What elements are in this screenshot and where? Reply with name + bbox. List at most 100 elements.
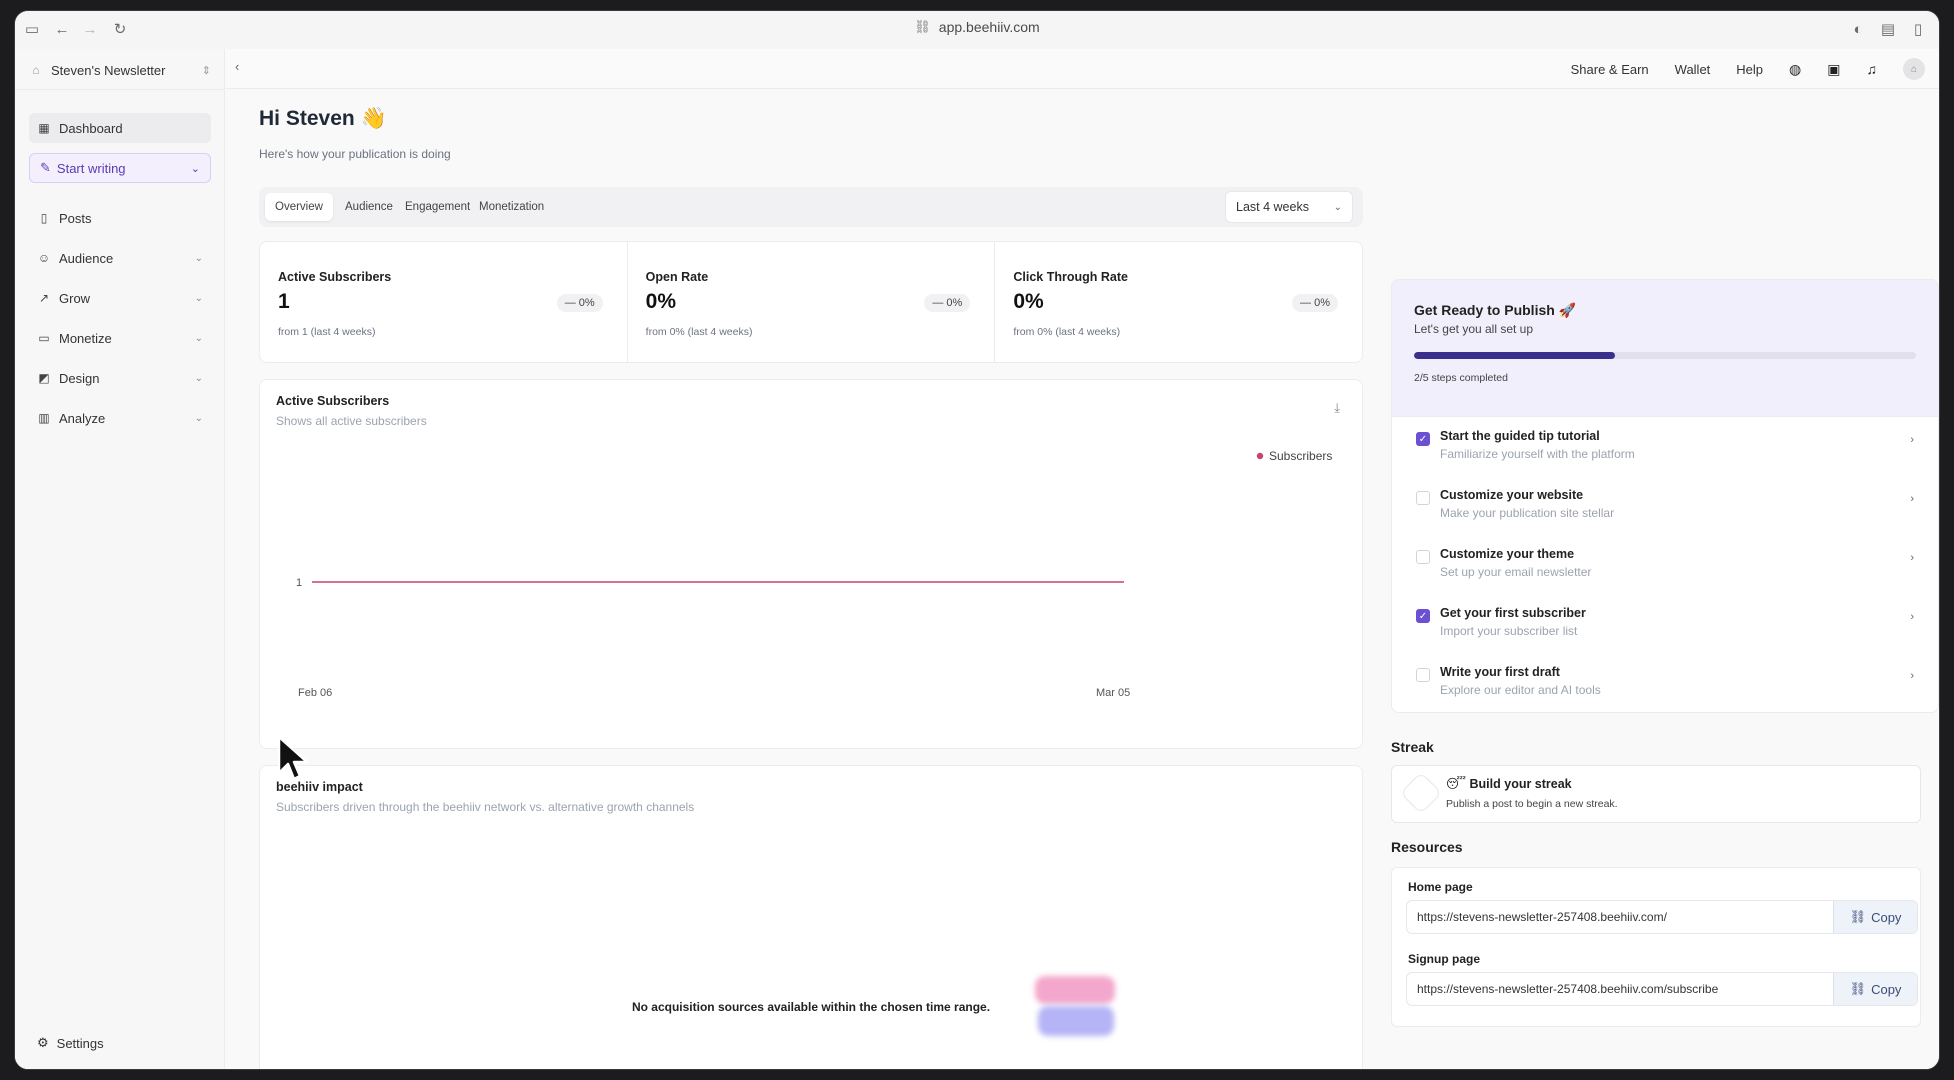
sidebar: ⌂ Steven's Newsletter ⇕ ▦ Dashboard ✎ St… (15, 49, 225, 1069)
tab-overview[interactable]: Overview (265, 193, 333, 221)
signup-page-url[interactable]: https://stevens-newsletter-257408.beehii… (1407, 973, 1833, 1005)
link-icon: ⛓ (1849, 981, 1867, 996)
collapse-sidebar-icon[interactable]: ‹ (235, 59, 239, 74)
publication-switcher[interactable]: ⌂ Steven's Newsletter ⇕ (29, 57, 211, 83)
streak-title: 😴 Build your streak (1446, 777, 1572, 791)
users-icon: ☺ (37, 251, 51, 265)
wallet-link[interactable]: Wallet (1675, 62, 1711, 77)
sidebar-item-grow[interactable]: ↗ Grow ⌄ (29, 283, 211, 313)
resources-heading: Resources (1391, 839, 1463, 855)
metric-open-rate: Open Rate 0% — 0% from 0% (last 4 weeks) (628, 242, 996, 362)
signup-page-field: https://stevens-newsletter-257408.beehii… (1406, 972, 1918, 1006)
step-item[interactable]: Customize your website Make your publica… (1392, 476, 1938, 535)
step-checkbox[interactable] (1416, 491, 1430, 505)
app: ⌂ Steven's Newsletter ⇕ ▦ Dashboard ✎ St… (15, 49, 1939, 1069)
chevron-down-icon[interactable]: ⌄ (191, 162, 200, 175)
address-bar[interactable]: ⛓ app.beehiiv.com (914, 19, 1039, 35)
step-checkbox[interactable]: ✓ (1416, 432, 1430, 446)
reload-icon[interactable]: ↻ (111, 20, 129, 38)
calendar-icon[interactable]: ▣ (1827, 61, 1840, 78)
home-page-label: Home page (1408, 880, 1473, 894)
page-title: Hi Steven 👋 (259, 107, 387, 130)
sidebar-item-label: Grow (59, 290, 91, 306)
legend-label: Subscribers (1269, 449, 1332, 463)
step-checkbox[interactable] (1416, 550, 1430, 564)
step-item[interactable]: ✓ Get your first subscriber Import your … (1392, 594, 1938, 653)
tab-engagement[interactable]: Engagement (395, 193, 480, 221)
step-subtitle: Import your subscriber list (1440, 624, 1578, 638)
step-subtitle: Explore our editor and AI tools (1440, 683, 1601, 697)
metric-delta-badge: — 0% (556, 294, 603, 312)
sidebar-item-posts[interactable]: ▯ Posts (29, 203, 211, 233)
chevron-down-icon: ⌄ (1333, 201, 1342, 213)
copy-home-url-button[interactable]: ⛓ Copy (1833, 901, 1917, 933)
forward-icon[interactable]: → (81, 20, 99, 38)
grid-icon: ▦ (38, 121, 50, 135)
sidebar-item-analyze[interactable]: ▥ Analyze ⌄ (29, 403, 211, 433)
chevron-right-icon: › (1910, 611, 1914, 623)
sidebar-item-settings[interactable]: ⚙ Settings (37, 1035, 104, 1051)
tab-audience[interactable]: Audience (335, 193, 403, 221)
split-view-icon[interactable]: ▯ (1909, 20, 1927, 38)
subscribers-chart-card: Active Subscribers Shows all active subs… (259, 379, 1363, 749)
sidebar-item-label: Dashboard (59, 120, 123, 136)
share-earn-link[interactable]: Share & Earn (1571, 62, 1649, 77)
start-writing-button[interactable]: ✎ Start writing ⌄ (29, 153, 211, 183)
bell-icon[interactable]: ♫ (1867, 61, 1878, 77)
sidebar-item-monetize[interactable]: ▭ Monetize ⌄ (29, 323, 211, 353)
step-checkbox[interactable] (1416, 668, 1430, 682)
page-subtitle: Here's how your publication is doing (259, 147, 451, 161)
help-link[interactable]: Help (1736, 62, 1763, 77)
publish-checklist-header: Get Ready to Publish 🚀 Let's get you all… (1391, 279, 1939, 417)
date-range-select[interactable]: Last 4 weeks ⌄ (1225, 191, 1353, 223)
chevron-down-icon: ⌄ (194, 292, 203, 304)
step-item[interactable]: Customize your theme Set up your email n… (1392, 535, 1938, 594)
trend-up-icon: ↗ (38, 291, 50, 305)
publish-steps: ✓ Start the guided tip tutorial Familiar… (1391, 417, 1939, 713)
streak-heading: Streak (1391, 739, 1434, 755)
avatar[interactable]: ⌂ (1903, 58, 1925, 80)
tab-monetization[interactable]: Monetization (469, 193, 554, 221)
chevron-right-icon: › (1910, 670, 1914, 682)
globe-icon[interactable]: ◍ (1789, 61, 1801, 78)
reader-icon[interactable]: ▤ (1879, 20, 1897, 38)
copy-label: Copy (1871, 981, 1902, 997)
step-title: Start the guided tip tutorial (1440, 429, 1600, 443)
sidebar-item-label: Design (59, 370, 100, 386)
top-nav: Share & Earn Wallet Help ◍ ▣ ♫ ⌂ (1571, 49, 1925, 89)
sidebar-item-audience[interactable]: ☺ Audience ⌄ (29, 243, 211, 273)
back-icon[interactable]: ← (53, 20, 71, 38)
date-range-value: Last 4 weeks (1236, 200, 1309, 214)
step-checkbox[interactable]: ✓ (1416, 609, 1430, 623)
chevron-down-icon: ⌄ (194, 332, 203, 344)
metric-delta-badge: — 0% (1292, 294, 1339, 312)
metrics-row: Active Subscribers 1 — 0% from 1 (last 4… (259, 241, 1363, 363)
publication-name: Steven's Newsletter (51, 62, 166, 78)
copy-label: Copy (1871, 909, 1902, 925)
link-icon: ⛓ (914, 19, 931, 34)
beehiiv-impact-card: beehiiv impact Subscribers driven throug… (259, 765, 1363, 1069)
chevron-right-icon: › (1910, 552, 1914, 564)
sidebar-item-label: Audience (59, 250, 114, 266)
sidebar-item-label: Monetize (59, 330, 112, 346)
edit-icon: ✎ (40, 160, 51, 175)
sidebar-item-label: Posts (59, 210, 92, 226)
copy-signup-url-button[interactable]: ⛓ Copy (1833, 973, 1917, 1005)
bar-chart-icon: ▥ (38, 411, 50, 425)
streak-subtitle: Publish a post to begin a new streak. (1446, 798, 1618, 810)
subscribers-chart: 1 Feb 06 Mar 05 Subscribers (296, 449, 1332, 699)
extension-icon[interactable]: ◐ (1849, 20, 1867, 38)
step-item[interactable]: Write your first draft Explore our edito… (1392, 653, 1938, 712)
impact-subtitle: Subscribers driven through the beehiiv n… (276, 800, 695, 814)
steps-completed: 2/5 steps completed (1414, 372, 1508, 384)
sidebar-item-dashboard[interactable]: ▦ Dashboard (29, 113, 211, 143)
sidebar-toggle-icon[interactable]: ▭ (23, 20, 41, 38)
home-page-url[interactable]: https://stevens-newsletter-257408.beehii… (1407, 901, 1833, 933)
palette-icon: ◩ (38, 371, 50, 385)
sidebar-item-design[interactable]: ◩ Design ⌄ (29, 363, 211, 393)
legend-swatch (1256, 452, 1264, 460)
link-icon: ⛓ (1849, 909, 1867, 924)
step-item[interactable]: ✓ Start the guided tip tutorial Familiar… (1392, 417, 1938, 476)
metric-label: Open Rate (645, 270, 709, 284)
x-tick-label: Mar 05 (1096, 687, 1130, 699)
